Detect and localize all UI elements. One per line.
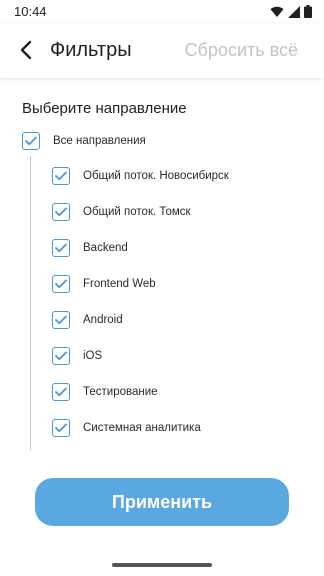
page-title: Фильтры [50,39,132,61]
checkbox-android[interactable] [52,311,70,329]
apply-button[interactable]: Применить [35,478,289,526]
checkbox-ios[interactable] [52,347,70,365]
all-directions-option[interactable]: Все направления [22,129,146,153]
checkbox-testing[interactable] [52,383,70,401]
checkbox-system-analytics[interactable] [52,419,70,437]
home-indicator[interactable] [112,563,212,567]
back-button[interactable] [14,38,38,62]
check-icon [55,423,67,433]
option-frontend-web[interactable]: Frontend Web [52,272,156,296]
option-label: Android [83,314,123,326]
checkbox-novosibirsk[interactable] [52,167,70,185]
status-icons [270,5,312,18]
section-title: Выберите направление [22,100,187,117]
check-icon [55,207,67,217]
check-icon [55,351,67,361]
option-backend[interactable]: Backend [52,236,128,260]
option-label: Общий поток. Новосибирск [83,170,229,182]
option-system-analytics[interactable]: Системная аналитика [52,416,201,440]
option-label: Backend [83,242,128,254]
chevron-left-icon [20,40,32,60]
reset-all-button[interactable]: Сбросить всё [185,40,298,61]
option-tomsk[interactable]: Общий поток. Томск [52,200,191,224]
option-android[interactable]: Android [52,308,123,332]
battery-icon [304,5,312,18]
status-bar: 10:44 [0,0,324,24]
checkbox-tomsk[interactable] [52,203,70,221]
checkbox-frontend-web[interactable] [52,275,70,293]
option-label: Все направления [53,135,146,147]
option-label: Общий поток. Томск [83,206,191,218]
option-label: Frontend Web [83,278,156,290]
wifi-icon [270,6,284,17]
option-ios[interactable]: iOS [52,344,102,368]
checkbox-all-directions[interactable] [22,132,40,150]
option-label: iOS [83,350,103,362]
option-label: Тестирование [83,386,158,398]
option-testing[interactable]: Тестирование [52,380,158,404]
check-icon [55,315,67,325]
check-icon [55,387,67,397]
check-icon [25,136,37,146]
checkbox-backend[interactable] [52,239,70,257]
tree-connector-line [30,156,31,450]
option-label: Системная аналитика [83,422,201,434]
signal-icon [288,5,300,18]
option-novosibirsk[interactable]: Общий поток. Новосибирск [52,164,229,188]
check-icon [55,243,67,253]
check-icon [55,171,67,181]
status-time: 10:44 [14,4,47,19]
check-icon [55,279,67,289]
app-bar: Фильтры Сбросить всё [0,24,324,78]
